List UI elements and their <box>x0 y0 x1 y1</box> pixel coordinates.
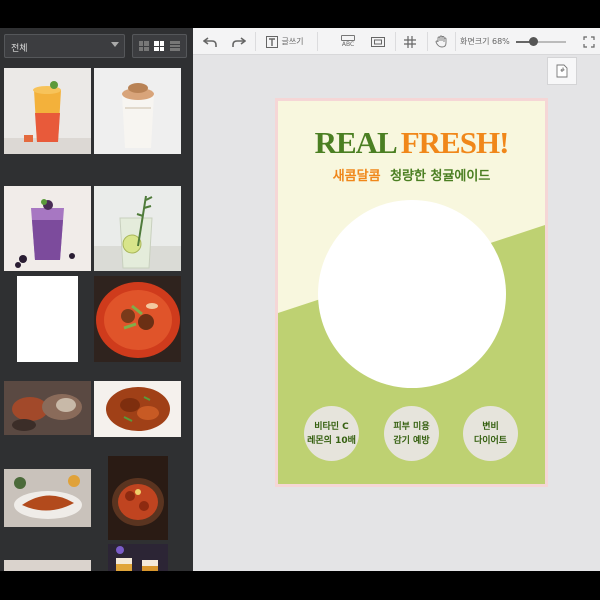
grid-button[interactable] <box>397 28 423 55</box>
grid-icon <box>404 35 416 48</box>
poster-canvas[interactable]: REAL FRESH! 새콤달콤 청량한 청귤에이드 비타민 C 레몬의 10배 … <box>278 101 545 484</box>
zoom-label-text: 화면크기 <box>460 37 490 46</box>
thumb-fried-dish[interactable] <box>4 560 91 571</box>
thumb-shellfish[interactable] <box>4 381 91 435</box>
image-library-panel: 전체 <box>0 28 193 571</box>
undo-icon <box>203 36 217 47</box>
text-tool-button[interactable]: 글쓰기 <box>259 28 311 55</box>
pan-hand-button[interactable] <box>428 28 454 55</box>
category-filter-value: 전체 <box>11 44 28 54</box>
text-style-label: ABC <box>341 41 355 48</box>
undo-button[interactable] <box>197 28 223 55</box>
poster-title-real: REAL <box>314 125 398 160</box>
thumb-blank[interactable] <box>17 276 78 362</box>
badge-line2: 다이어트 <box>473 435 508 446</box>
thumb-milk-dalgona[interactable] <box>94 68 181 154</box>
text-style-button[interactable]: ABC <box>333 28 363 55</box>
large-grid-view-icon[interactable] <box>138 41 149 51</box>
badge-skin-care[interactable]: 피부 미용 감기 예방 <box>384 406 439 461</box>
chevron-down-icon <box>111 42 119 47</box>
badge-line2: 레몬의 10배 <box>307 435 356 446</box>
poster-title[interactable]: REAL FRESH! <box>278 125 545 161</box>
text-box-icon <box>266 35 279 48</box>
zoom-label: 화면크기 68% <box>460 36 510 47</box>
thumb-beer-glasses[interactable] <box>108 544 168 571</box>
badge-line1: 피부 미용 <box>393 421 430 432</box>
poster-canvas-frame: REAL FRESH! 새콤달콤 청량한 청귤에이드 비타민 C 레몬의 10배 … <box>275 98 548 487</box>
text-tool-label: 글쓰기 <box>281 37 304 46</box>
fit-screen-icon <box>583 35 595 48</box>
image-frame-button[interactable] <box>365 28 391 55</box>
image-frame-icon <box>371 36 385 47</box>
hashtag-tool-label: # <box>560 67 566 74</box>
badge-vitamin-c[interactable]: 비타민 C 레몬의 10배 <box>304 406 359 461</box>
thumb-grilled-fish[interactable] <box>4 469 91 527</box>
poster-subtitle-part2: 청량한 청귤에이드 <box>390 169 491 184</box>
small-grid-view-icon[interactable] <box>154 41 165 51</box>
hand-icon <box>435 35 446 48</box>
category-filter-select[interactable]: 전체 <box>4 34 125 58</box>
zoom-value: 68% <box>492 37 510 46</box>
editor-toolbar: 글쓰기 ABC 화면크기 68% <box>193 28 600 55</box>
thumb-berry-smoothie[interactable] <box>4 186 91 271</box>
thumb-orange-smoothie[interactable] <box>4 68 91 154</box>
poster-subtitle[interactable]: 새콤달콤 청량한 청귤에이드 <box>278 165 545 184</box>
thumb-lime-soda[interactable] <box>94 186 181 271</box>
editor-app: 전체 글쓰기 ABC 화면크기 68% # REAL FRESH! 새콤달콤 청… <box>0 28 600 571</box>
list-view-icon[interactable] <box>170 41 181 51</box>
redo-icon <box>232 36 246 47</box>
view-toggle <box>132 34 187 58</box>
badge-line1: 비타민 C <box>314 421 349 432</box>
thumb-braised-chicken[interactable] <box>94 381 181 437</box>
thumb-sausage-platter[interactable] <box>108 456 168 540</box>
badge-diet[interactable]: 변비 다이어트 <box>463 406 518 461</box>
zoom-slider-handle[interactable] <box>529 37 538 46</box>
badge-line1: 변비 <box>482 421 499 432</box>
hashtag-tool-button[interactable]: # <box>547 57 577 85</box>
thumb-spicy-stew[interactable] <box>94 276 181 362</box>
poster-image-placeholder[interactable] <box>318 200 506 388</box>
redo-button[interactable] <box>226 28 252 55</box>
badge-line2: 감기 예방 <box>393 435 430 446</box>
poster-title-fresh: FRESH! <box>400 125 510 160</box>
zoom-slider[interactable] <box>516 37 566 46</box>
poster-subtitle-part1: 새콤달콤 <box>332 169 381 184</box>
fit-screen-button[interactable] <box>579 28 599 55</box>
